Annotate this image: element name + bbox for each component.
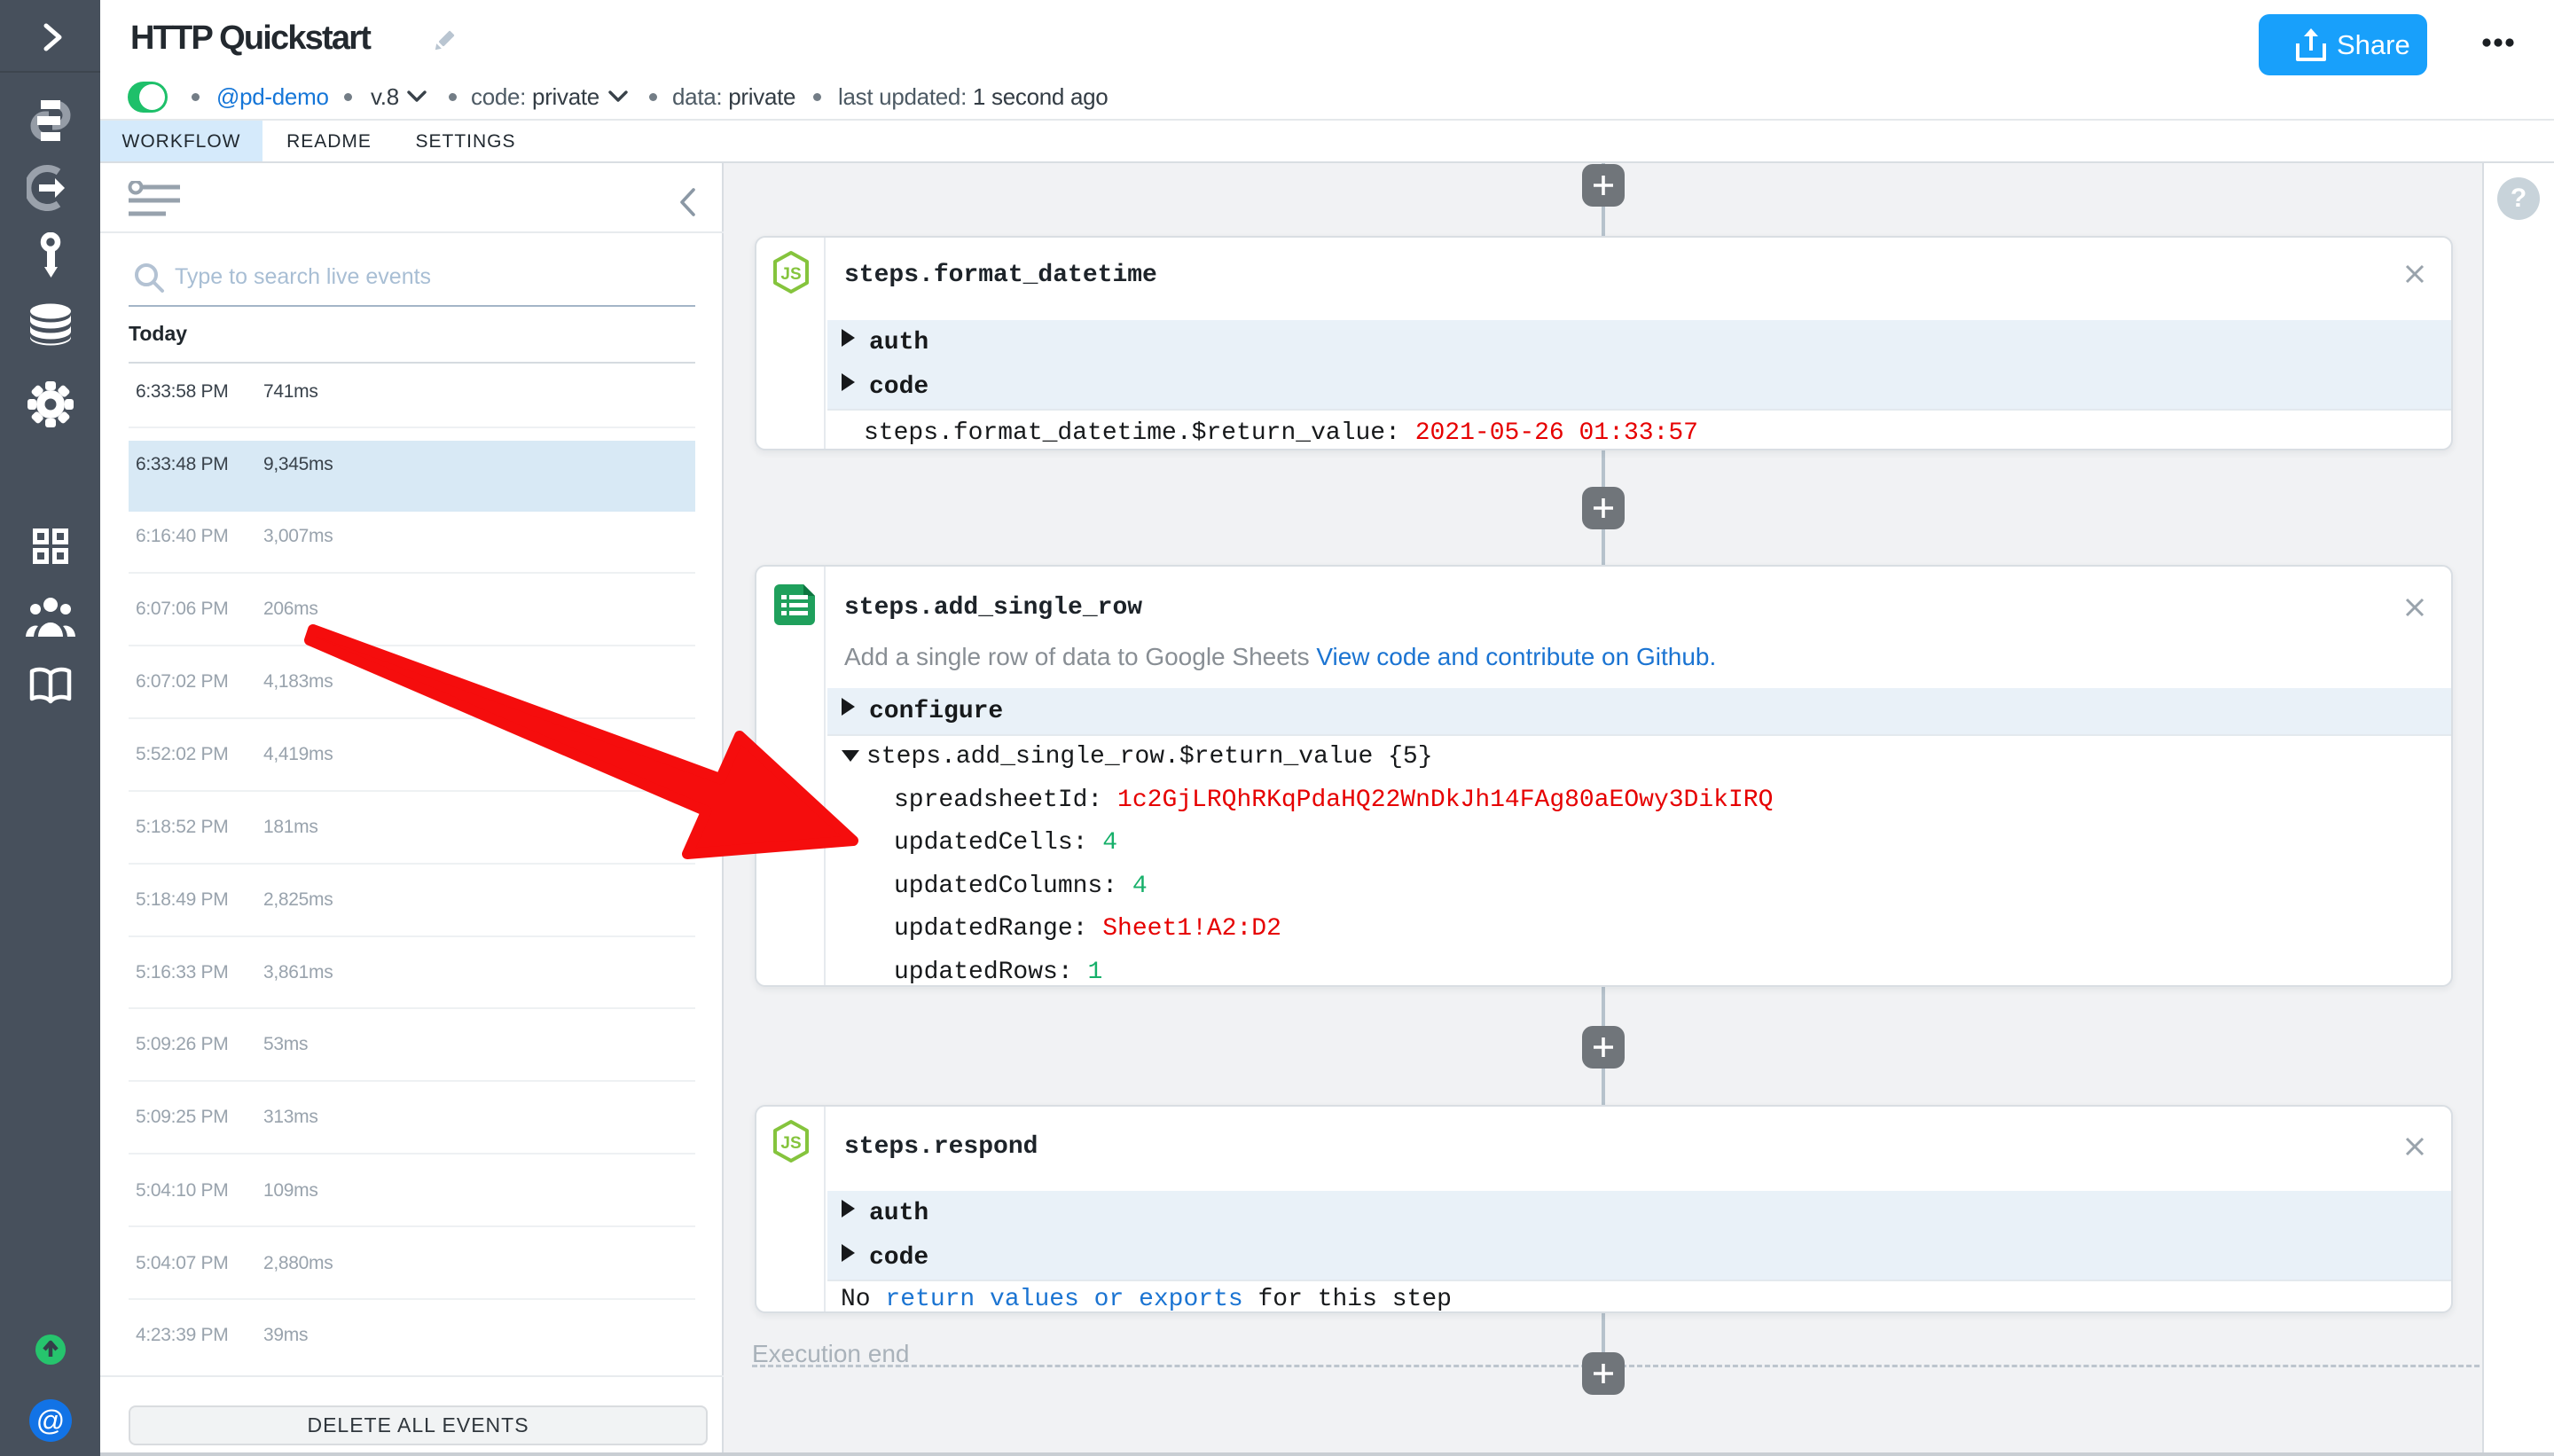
svg-text:@: @ bbox=[35, 1405, 64, 1436]
svg-text:JS: JS bbox=[780, 1134, 801, 1153]
svg-text:JS: JS bbox=[780, 265, 801, 284]
